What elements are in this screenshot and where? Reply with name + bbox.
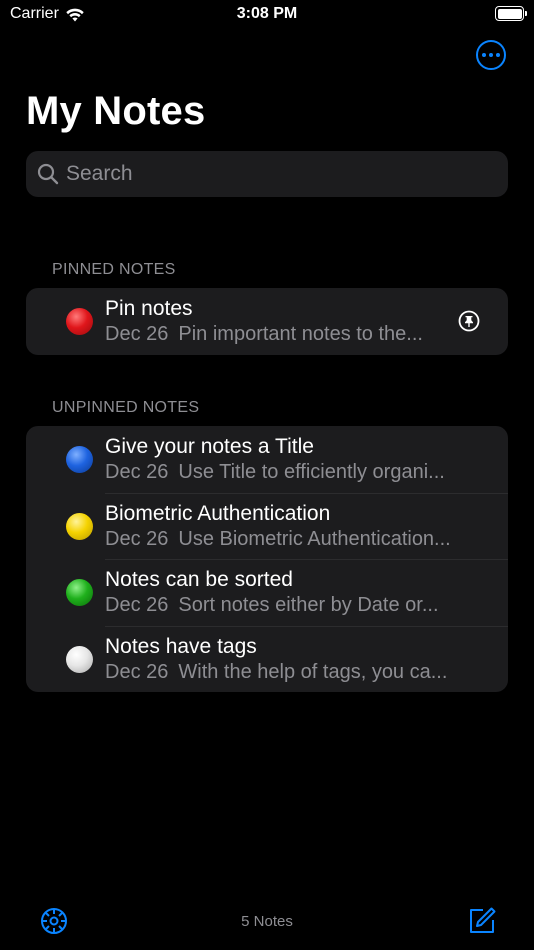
search-bar[interactable] [26, 151, 508, 197]
notes-count: 5 Notes [241, 913, 293, 930]
note-title: Notes can be sorted [105, 568, 293, 591]
note-preview: Pin important notes to the... [178, 323, 423, 345]
note-title: Give your notes a Title [105, 435, 314, 458]
note-title: Notes have tags [105, 634, 257, 658]
note-row-pin-notes[interactable]: Pin notes Dec 26 Pin important notes to t… [26, 288, 508, 355]
note-date: Dec 26 [105, 527, 169, 550]
unpinned-section-header: UNPINNED NOTES [52, 399, 200, 416]
ellipsis-circle-icon[interactable] [476, 40, 506, 70]
pinned-section-header: PINNED NOTES [52, 261, 176, 278]
note-color-dot [66, 446, 93, 473]
note-preview: Use Title to efficiently organi... [178, 461, 445, 483]
note-preview: Sort notes either by Date or... [178, 594, 439, 616]
note-color-dot [66, 645, 93, 673]
battery-icon [495, 6, 527, 21]
note-date: Dec 26 [105, 594, 169, 616]
status-time: 3:08 PM [236, 5, 298, 22]
note-date: Dec 26 [105, 461, 169, 483]
note-color-dot [66, 579, 93, 606]
note-color-dot [66, 308, 93, 335]
pin-icon[interactable] [458, 310, 480, 332]
search-input[interactable] [66, 162, 486, 186]
note-subtitle: Dec 26 Use Biometric Authentication... [105, 528, 451, 551]
note-date: Dec 26 [105, 323, 169, 345]
status-bar: Carrier 3:08 PM [0, 0, 534, 30]
note-row-tags[interactable]: Notes have tags Dec 26 With the help of t… [26, 625, 508, 693]
note-title: Biometric Authentication [105, 501, 331, 525]
note-subtitle: Dec 26 With the help of tags, you ca... [105, 661, 447, 684]
search-icon [37, 163, 59, 185]
compose-icon[interactable] [466, 905, 498, 937]
note-subtitle: Dec 26 Sort notes either by Date or... [105, 594, 439, 617]
note-preview: Use Biometric Authentication... [178, 527, 451, 550]
note-row-sorted[interactable]: Notes can be sorted Dec 26 Sort notes eit… [26, 559, 508, 626]
note-preview: With the help of tags, you ca... [178, 660, 448, 683]
note-title: Pin notes [105, 297, 193, 320]
note-subtitle: Dec 26 Use Title to efficiently organi... [105, 461, 445, 484]
page-title: My Notes [26, 89, 206, 133]
unpinned-notes-list: Give your notes a Title Dec 26 Use Title … [26, 426, 508, 692]
pinned-notes-list: Pin notes Dec 26 Pin important notes to t… [26, 288, 508, 355]
note-subtitle: Dec 26 Pin important notes to the... [105, 323, 423, 346]
note-color-dot [66, 512, 93, 540]
note-row-biometric[interactable]: Biometric Authentication Dec 26 Use Biome… [26, 492, 508, 560]
note-date: Dec 26 [105, 660, 169, 683]
note-row-title[interactable]: Give your notes a Title Dec 26 Use Title … [26, 426, 508, 493]
